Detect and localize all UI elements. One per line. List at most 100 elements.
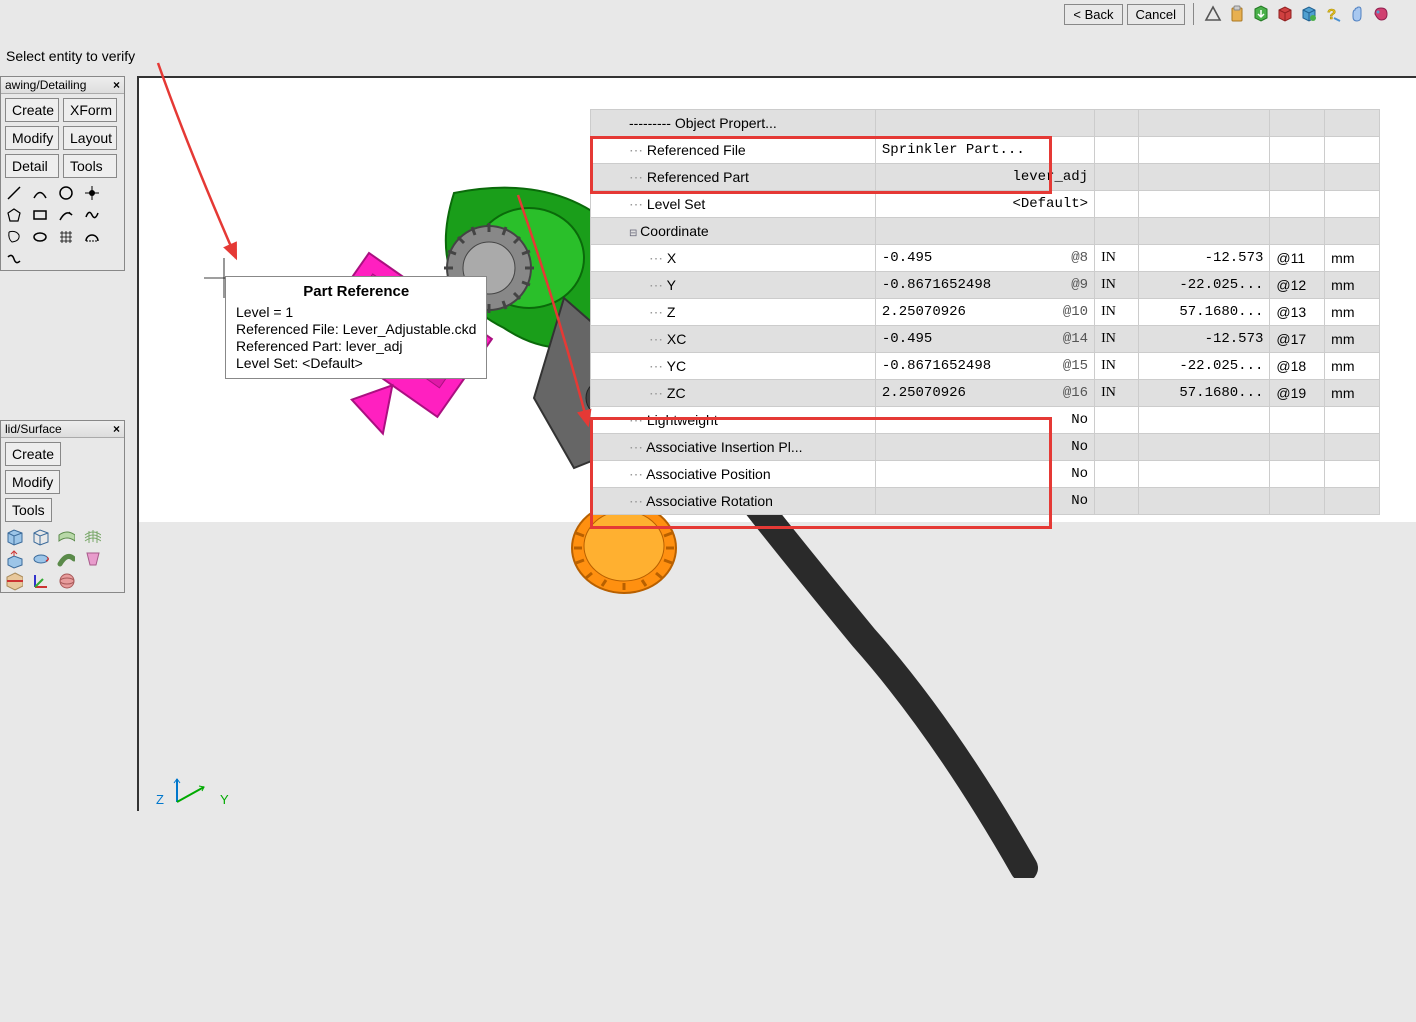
- cube-red-icon[interactable]: [1275, 4, 1295, 24]
- solid-tools-button[interactable]: Tools: [5, 498, 52, 522]
- triangle-icon[interactable]: [1203, 4, 1223, 24]
- shape-icon[interactable]: [1371, 4, 1391, 24]
- prop-unit2: [1325, 164, 1380, 191]
- hand-icon[interactable]: [1347, 4, 1367, 24]
- prop-value[interactable]: No: [875, 488, 1094, 515]
- prop-value[interactable]: No: [875, 434, 1094, 461]
- prop-unit1: [1095, 488, 1139, 515]
- polygon-tool-icon[interactable]: [5, 206, 23, 224]
- clipboard-icon[interactable]: [1227, 4, 1247, 24]
- rect-tool-icon[interactable]: [31, 206, 49, 224]
- prop-alt-value: [1138, 461, 1270, 488]
- prop-alt-value: 57.1680...: [1138, 299, 1270, 326]
- line-tool-icon[interactable]: [5, 184, 23, 202]
- prop-alt-id: [1270, 488, 1325, 515]
- prop-unit1: [1095, 110, 1139, 137]
- prop-alt-value: [1138, 191, 1270, 218]
- mesh-icon[interactable]: [83, 528, 101, 546]
- back-button[interactable]: < Back: [1064, 4, 1122, 25]
- property-row[interactable]: Associative RotationNo: [591, 488, 1380, 515]
- prop-alt-value: -12.573: [1138, 326, 1270, 353]
- prop-value[interactable]: [875, 218, 1094, 245]
- prop-name: YC: [591, 353, 876, 380]
- freehand-tool-icon[interactable]: [5, 250, 23, 268]
- prop-value[interactable]: 2.25070926@10: [875, 299, 1094, 326]
- axes-icon[interactable]: [31, 572, 49, 590]
- prop-name: --------- Object Propert...: [591, 110, 876, 137]
- solid-create-button[interactable]: Create: [5, 442, 61, 466]
- prop-alt-id: [1270, 191, 1325, 218]
- property-row[interactable]: Coordinate: [591, 218, 1380, 245]
- draw-create-button[interactable]: Create: [5, 98, 59, 122]
- part-tooltip: Part Reference Level = 1 Referenced File…: [225, 276, 487, 379]
- sphere-icon[interactable]: [57, 572, 75, 590]
- prop-value[interactable]: <Default>: [875, 191, 1094, 218]
- export-icon[interactable]: [1251, 4, 1271, 24]
- prop-name: Coordinate: [591, 218, 876, 245]
- draw-detail-button[interactable]: Detail: [5, 154, 59, 178]
- draw-modify-button[interactable]: Modify: [5, 126, 59, 150]
- prop-unit1: [1095, 461, 1139, 488]
- loft-icon[interactable]: [83, 550, 101, 568]
- tangent-arc-icon[interactable]: [57, 206, 75, 224]
- prop-name: ZC: [591, 380, 876, 407]
- draw-xform-button[interactable]: XForm: [63, 98, 117, 122]
- prop-value[interactable]: No: [875, 407, 1094, 434]
- prop-alt-id: [1270, 137, 1325, 164]
- property-row[interactable]: X-0.495@8IN-12.573@11mm: [591, 245, 1380, 272]
- property-row[interactable]: LightweightNo: [591, 407, 1380, 434]
- svg-text:?: ?: [1327, 6, 1336, 23]
- solid-panel-title: lid/Surface: [5, 422, 62, 436]
- close-icon[interactable]: ×: [113, 78, 120, 92]
- surface-icon[interactable]: [57, 528, 75, 546]
- revolve-icon[interactable]: [31, 550, 49, 568]
- property-row[interactable]: Referenced Partlever_adj: [591, 164, 1380, 191]
- property-row[interactable]: XC-0.495@14IN-12.573@17mm: [591, 326, 1380, 353]
- property-row[interactable]: --------- Object Propert...: [591, 110, 1380, 137]
- grid-tool-icon[interactable]: [57, 228, 75, 246]
- prop-value[interactable]: No: [875, 461, 1094, 488]
- prop-value[interactable]: -0.8671652498@9: [875, 272, 1094, 299]
- prop-value[interactable]: -0.8671652498@15: [875, 353, 1094, 380]
- property-row[interactable]: Associative PositionNo: [591, 461, 1380, 488]
- property-row[interactable]: Referenced FileSprinkler Part...: [591, 137, 1380, 164]
- property-row[interactable]: Y-0.8671652498@9IN-22.025...@12mm: [591, 272, 1380, 299]
- sketch-icon[interactable]: [5, 228, 23, 246]
- extrude-icon[interactable]: [5, 550, 23, 568]
- prop-value[interactable]: [875, 110, 1094, 137]
- prop-value[interactable]: lever_adj: [875, 164, 1094, 191]
- prop-unit2: mm: [1325, 380, 1380, 407]
- section-icon[interactable]: [5, 572, 23, 590]
- prop-alt-value: -22.025...: [1138, 353, 1270, 380]
- close-icon[interactable]: ×: [113, 422, 120, 436]
- property-row[interactable]: YC-0.8671652498@15IN-22.025...@18mm: [591, 353, 1380, 380]
- prop-value[interactable]: -0.495@8: [875, 245, 1094, 272]
- cube-multi-icon[interactable]: [1299, 4, 1319, 24]
- draw-layout-button[interactable]: Layout: [63, 126, 117, 150]
- point-tool-icon[interactable]: [83, 184, 101, 202]
- semiarc-tool-icon[interactable]: [83, 228, 101, 246]
- cancel-button[interactable]: Cancel: [1127, 4, 1185, 25]
- axes-indicator: Z Y: [156, 777, 229, 807]
- prop-unit1: [1095, 191, 1139, 218]
- spline-tool-icon[interactable]: [83, 206, 101, 224]
- help-icon[interactable]: ?: [1323, 4, 1343, 24]
- property-row[interactable]: ZC2.25070926@16IN57.1680...@19mm: [591, 380, 1380, 407]
- property-row[interactable]: Z2.25070926@10IN57.1680...@13mm: [591, 299, 1380, 326]
- prop-value[interactable]: -0.495@14: [875, 326, 1094, 353]
- ellipse-tool-icon[interactable]: [31, 228, 49, 246]
- box-solid-icon[interactable]: [5, 528, 23, 546]
- prop-alt-id: @17: [1270, 326, 1325, 353]
- arc-tool-icon[interactable]: [31, 184, 49, 202]
- solid-modify-button[interactable]: Modify: [5, 470, 60, 494]
- prop-value[interactable]: Sprinkler Part...: [875, 137, 1094, 164]
- circle-tool-icon[interactable]: [57, 184, 75, 202]
- prop-value[interactable]: 2.25070926@16: [875, 380, 1094, 407]
- property-row[interactable]: Level Set<Default>: [591, 191, 1380, 218]
- sweep-icon[interactable]: [57, 550, 75, 568]
- box-wire-icon[interactable]: [31, 528, 49, 546]
- property-row[interactable]: Associative Insertion Pl...No: [591, 434, 1380, 461]
- prop-alt-value: [1138, 137, 1270, 164]
- draw-tools-button[interactable]: Tools: [63, 154, 117, 178]
- property-table[interactable]: --------- Object Propert...Referenced Fi…: [590, 109, 1380, 515]
